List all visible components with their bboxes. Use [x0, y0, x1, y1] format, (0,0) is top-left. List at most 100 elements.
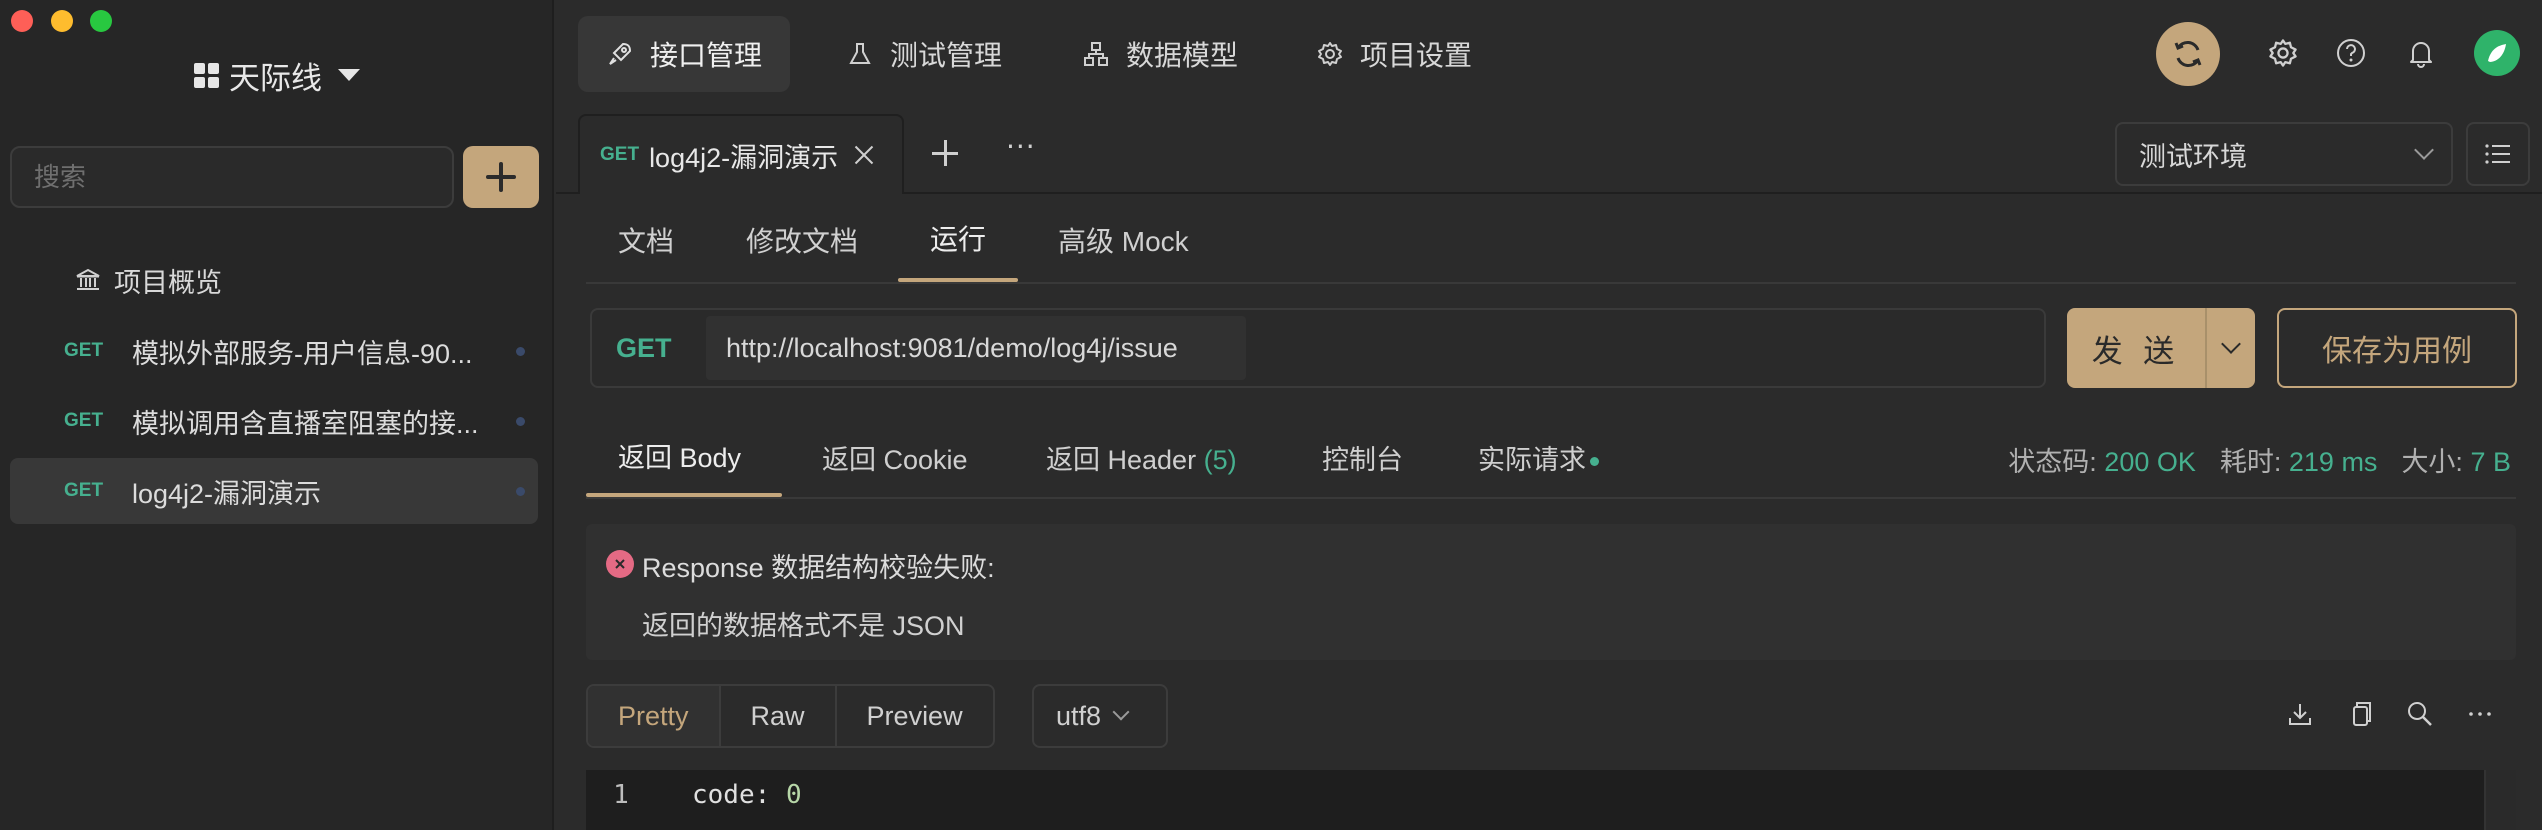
environment-select[interactable]: 测试环境 — [2115, 122, 2453, 186]
help-icon — [2337, 39, 2365, 67]
sidebar-api-item-active[interactable]: GET log4j2-漏洞演示 — [10, 458, 538, 524]
nav-tab-label: 测试管理 — [890, 39, 1003, 72]
workspace-name: 天际线 — [229, 60, 322, 97]
code-value: 0 — [785, 780, 802, 810]
nav-tab-data-model[interactable]: 数据模型 — [1054, 16, 1266, 92]
response-stats: 状态码: 200 OK 耗时: 219 ms 大小: 7 B — [2008, 440, 2511, 479]
status-value: 200 OK — [2104, 447, 2196, 477]
line-number: 1 — [613, 780, 629, 810]
tab-label: 实际请求 — [1478, 445, 1586, 475]
method-tag: GET — [600, 144, 640, 165]
plus-icon — [486, 162, 516, 192]
status-dot — [516, 486, 525, 496]
status-code: 状态码: 200 OK — [2008, 440, 2196, 479]
help-button[interactable] — [2334, 36, 2368, 70]
status-dot — [1590, 457, 1599, 467]
response-code-viewer[interactable]: 1 code: 0 — [586, 770, 2484, 830]
leaf-icon — [2488, 44, 2506, 62]
format-pretty-button[interactable]: Pretty — [588, 686, 721, 746]
download-button[interactable] — [2284, 698, 2316, 730]
api-name: 模拟外部服务-用户信息-90... — [132, 338, 473, 369]
document-tab-title: log4j2-漏洞演示 — [649, 142, 839, 173]
window-minimize-button[interactable] — [51, 10, 73, 32]
document-tab[interactable]: GET log4j2-漏洞演示 — [578, 114, 904, 194]
chevron-down-icon — [1112, 703, 1130, 721]
copy-icon — [2353, 702, 2371, 726]
response-size: 大小: 7 B — [2401, 440, 2511, 479]
code-key: code: — [692, 780, 771, 810]
overview-label: 项目概览 — [114, 267, 222, 299]
tab-response-body[interactable]: 返回 Body — [618, 436, 741, 475]
nav-tab-test-management[interactable]: 测试管理 — [818, 16, 1030, 92]
subtab-divider — [586, 282, 2516, 284]
more-icon — [2469, 712, 2491, 716]
copy-button[interactable] — [2344, 698, 2376, 730]
request-url-bar: GET — [590, 308, 2046, 388]
search-input[interactable] — [10, 146, 454, 208]
nav-tab-label: 接口管理 — [650, 39, 763, 72]
sync-button[interactable] — [2156, 22, 2220, 86]
code-line: code: 0 — [692, 780, 802, 810]
new-tab-button[interactable] — [930, 138, 962, 170]
error-icon — [606, 550, 634, 578]
add-button[interactable] — [463, 146, 539, 208]
nav-tab-project-settings[interactable]: 项目设置 — [1288, 16, 1500, 92]
settings-button[interactable] — [2266, 36, 2300, 70]
url-input[interactable] — [706, 316, 1246, 380]
encoding-value: utf8 — [1056, 700, 1102, 731]
tab-label: 返回 Header — [1046, 445, 1197, 475]
workspace-switcher[interactable]: 天际线 — [0, 50, 554, 100]
response-tab-divider — [586, 497, 2516, 499]
list-icon — [2485, 144, 2510, 164]
api-name: log4j2-漏洞演示 — [132, 478, 322, 509]
send-button[interactable]: 发 送 — [2067, 308, 2255, 388]
size-value: 7 B — [2470, 447, 2511, 477]
window-zoom-button[interactable] — [90, 10, 112, 32]
tab-actual-request[interactable]: 实际请求 — [1478, 438, 1599, 477]
code-scrollbar[interactable] — [2484, 770, 2516, 830]
nav-tab-label: 数据模型 — [1126, 39, 1239, 72]
nav-tab-api-management[interactable]: 接口管理 — [578, 16, 791, 92]
tab-run[interactable]: 运行 — [930, 218, 986, 258]
active-tab-indicator — [586, 493, 782, 497]
request-method[interactable]: GET — [592, 333, 706, 364]
sidebar-api-item[interactable]: GET 模拟外部服务-用户信息-90... — [10, 318, 538, 384]
download-icon — [2289, 704, 2311, 725]
gear-icon — [1318, 42, 1342, 66]
environment-value: 测试环境 — [2139, 141, 2247, 173]
close-icon[interactable] — [854, 145, 874, 165]
active-tab-indicator — [898, 278, 1018, 282]
caret-down-icon — [338, 69, 360, 81]
tab-response-cookie[interactable]: 返回 Cookie — [822, 438, 968, 477]
tab-advanced-mock[interactable]: 高级 Mock — [1058, 220, 1189, 260]
search-button[interactable] — [2404, 698, 2436, 730]
notifications-button[interactable] — [2404, 36, 2438, 70]
more-options-button[interactable] — [2464, 698, 2496, 730]
encoding-select[interactable]: utf8 — [1032, 684, 1168, 748]
tab-docs[interactable]: 文档 — [618, 220, 674, 260]
rocket-icon — [609, 42, 632, 65]
save-as-case-button[interactable]: 保存为用例 — [2277, 308, 2517, 388]
environment-manage-button[interactable] — [2466, 122, 2530, 186]
more-tabs-button[interactable]: ··· — [1006, 130, 1036, 163]
tab-console[interactable]: 控制台 — [1322, 438, 1403, 477]
method-tag: GET — [64, 340, 104, 361]
window-close-button[interactable] — [11, 10, 33, 32]
header-count: (5) — [1203, 445, 1237, 475]
avatar[interactable] — [2474, 30, 2520, 76]
tab-edit-docs[interactable]: 修改文档 — [746, 220, 858, 260]
sidebar-api-item[interactable]: GET 模拟调用含直播室阻塞的接... — [10, 388, 538, 454]
status-dot — [516, 416, 525, 426]
sidebar-item-overview[interactable]: 项目概览 — [74, 258, 222, 302]
send-options-button[interactable] — [2207, 334, 2255, 354]
api-name: 模拟调用含直播室阻塞的接... — [132, 408, 479, 439]
format-preview-button[interactable]: Preview — [837, 686, 993, 746]
format-raw-button[interactable]: Raw — [721, 686, 837, 746]
format-toggle: Pretty Raw Preview — [586, 684, 995, 748]
tab-response-header[interactable]: 返回 Header (5) — [1046, 438, 1237, 477]
status-label: 状态码: — [2008, 447, 2097, 477]
validation-message: Response 数据结构校验失败: 返回的数据格式不是 JSON — [586, 524, 2516, 660]
method-tag: GET — [64, 480, 104, 501]
apps-grid-icon — [194, 62, 219, 88]
status-dot — [516, 346, 525, 356]
